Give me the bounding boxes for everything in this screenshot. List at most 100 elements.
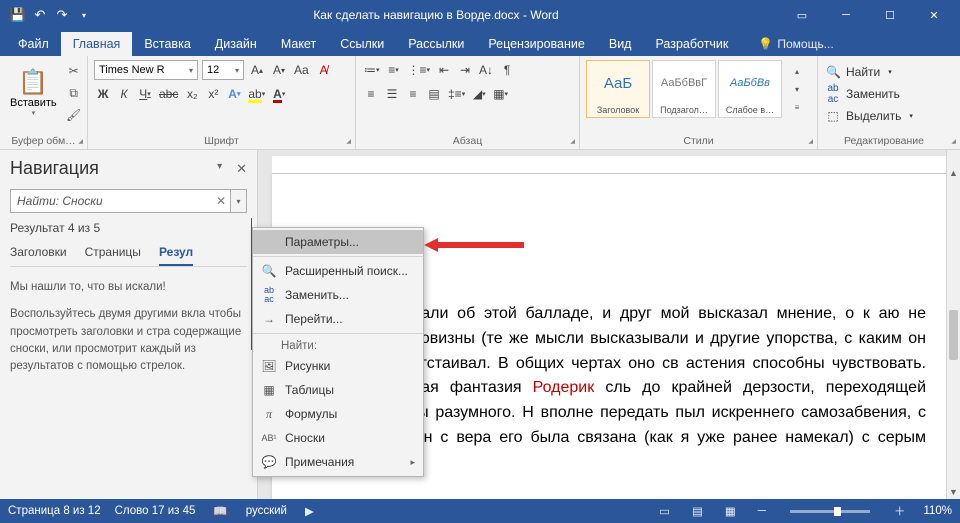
- nav-tab-headings[interactable]: Заголовки: [10, 245, 67, 266]
- tab-file[interactable]: Файл: [6, 32, 61, 56]
- font-color-icon[interactable]: A▾: [270, 84, 288, 104]
- menu-pictures[interactable]: 🖼Рисунки: [253, 354, 423, 378]
- text-effects-icon[interactable]: A▾: [225, 84, 243, 104]
- cut-icon[interactable]: ✂: [65, 62, 83, 80]
- superscript-button[interactable]: x²: [204, 84, 222, 104]
- select-button[interactable]: ⬚Выделить▾: [824, 108, 954, 124]
- multilevel-icon[interactable]: ⋮≡▾: [406, 60, 433, 80]
- borders-icon[interactable]: ▦▾: [491, 84, 510, 104]
- change-case-icon[interactable]: Aa: [292, 60, 311, 80]
- undo-icon[interactable]: ↶: [32, 7, 48, 23]
- subscript-button[interactable]: x₂: [183, 84, 201, 104]
- save-icon[interactable]: 💾: [10, 7, 26, 23]
- nav-search-dropdown-icon[interactable]: ▾: [230, 190, 246, 212]
- styles-more-icon[interactable]: ≡: [788, 98, 806, 116]
- shrink-font-icon[interactable]: A▾: [270, 60, 288, 80]
- menu-advanced-find[interactable]: 🔍Расширенный поиск...: [253, 259, 423, 283]
- align-right-icon[interactable]: ≡: [404, 84, 422, 104]
- show-marks-icon[interactable]: ¶: [498, 60, 516, 80]
- nav-dropdown-icon[interactable]: ▾: [217, 161, 222, 177]
- status-language[interactable]: русский: [246, 505, 287, 517]
- zoom-level[interactable]: 110%: [923, 505, 952, 517]
- close-icon[interactable]: ✕: [912, 0, 956, 30]
- align-center-icon[interactable]: ☰: [383, 84, 401, 104]
- menu-tables[interactable]: ▦Таблицы: [253, 378, 423, 402]
- tab-developer[interactable]: Разработчик: [643, 32, 740, 56]
- vertical-scrollbar[interactable]: ▲ ▼: [946, 150, 960, 499]
- menu-options[interactable]: Параметры...: [253, 230, 423, 254]
- styles-scroll-up-icon[interactable]: ▴: [788, 62, 806, 80]
- copy-icon[interactable]: ⧉: [65, 84, 83, 102]
- scrollbar-thumb[interactable]: [949, 310, 958, 360]
- scroll-down-icon[interactable]: ▼: [947, 487, 960, 497]
- line-spacing-icon[interactable]: ‡≡▾: [446, 84, 467, 104]
- ruler[interactable]: [272, 156, 946, 174]
- sort-icon[interactable]: A↓: [477, 60, 495, 80]
- tab-review[interactable]: Рецензирование: [476, 32, 597, 56]
- find-button[interactable]: 🔍Найти▾: [824, 64, 954, 80]
- tab-home[interactable]: Главная: [61, 32, 133, 56]
- macro-icon[interactable]: ▶: [301, 504, 318, 518]
- menu-comments[interactable]: 💬Примечания▸: [253, 450, 423, 474]
- clear-format-icon[interactable]: A̸: [315, 60, 333, 80]
- zoom-in-icon[interactable]: ＋: [890, 503, 910, 519]
- font-size-combo[interactable]: 12▾: [202, 60, 244, 80]
- web-layout-icon[interactable]: ▦: [721, 504, 740, 518]
- tab-insert[interactable]: Вставка: [132, 32, 202, 56]
- status-page[interactable]: Страница 8 из 12: [8, 505, 101, 517]
- status-words[interactable]: Слово 17 из 45: [115, 505, 196, 517]
- tab-design[interactable]: Дизайн: [203, 32, 269, 56]
- qat-dropdown-icon[interactable]: ▾: [76, 7, 92, 23]
- replace-icon: abac: [826, 83, 840, 105]
- table-icon: ▦: [261, 383, 277, 397]
- nav-tab-results[interactable]: Резул: [159, 245, 193, 266]
- nav-tab-pages[interactable]: Страницы: [85, 245, 141, 266]
- tell-me[interactable]: 💡Помощь...: [748, 32, 843, 56]
- scroll-up-icon[interactable]: ▲: [947, 168, 960, 178]
- tab-mailings[interactable]: Рассылки: [396, 32, 476, 56]
- search-options-dropdown: Параметры... 🔍Расширенный поиск... abacЗ…: [252, 227, 424, 477]
- menu-formulas[interactable]: πФормулы: [253, 402, 423, 426]
- highlight-icon[interactable]: ab▾: [246, 84, 267, 104]
- shading-icon[interactable]: ◢▾: [470, 84, 488, 104]
- format-painter-icon[interactable]: 🖌: [65, 106, 83, 124]
- italic-button[interactable]: К: [115, 84, 133, 104]
- styles-gallery[interactable]: АаБЗаголовок АаБбВвГПодзагол… АаБбВвСлаб…: [586, 60, 782, 118]
- zoom-slider[interactable]: [790, 510, 870, 513]
- style-item[interactable]: АаБбВвГПодзагол…: [652, 60, 716, 118]
- nav-search-clear-icon[interactable]: ✕: [212, 194, 230, 208]
- font-name-combo[interactable]: Times New R▾: [94, 60, 198, 80]
- bold-button[interactable]: Ж: [94, 84, 112, 104]
- minimize-icon[interactable]: ─: [824, 0, 868, 30]
- tab-references[interactable]: Ссылки: [328, 32, 396, 56]
- style-item[interactable]: АаБЗаголовок: [586, 60, 650, 118]
- print-layout-icon[interactable]: ▤: [688, 504, 707, 518]
- maximize-icon[interactable]: ☐: [868, 0, 912, 30]
- numbering-icon[interactable]: ≡▾: [385, 60, 403, 80]
- tab-layout[interactable]: Макет: [269, 32, 328, 56]
- menu-replace[interactable]: abacЗаменить...: [253, 283, 423, 307]
- replace-button[interactable]: abacЗаменить: [824, 82, 954, 106]
- tab-view[interactable]: Вид: [597, 32, 644, 56]
- ribbon-options-icon[interactable]: ▭: [780, 0, 824, 30]
- strike-button[interactable]: abc: [157, 84, 180, 104]
- nav-search-input[interactable]: [11, 194, 212, 208]
- grow-font-icon[interactable]: A▴: [248, 60, 266, 80]
- increase-indent-icon[interactable]: ⇥: [456, 60, 474, 80]
- redo-icon[interactable]: ↷: [54, 7, 70, 23]
- bullets-icon[interactable]: ≔▾: [362, 60, 382, 80]
- nav-search-box[interactable]: ✕ ▾: [10, 189, 247, 213]
- spellcheck-icon[interactable]: 📖: [209, 504, 231, 518]
- justify-icon[interactable]: ▤: [425, 84, 443, 104]
- align-left-icon[interactable]: ≡: [362, 84, 380, 104]
- underline-button[interactable]: Ч▾: [136, 84, 154, 104]
- styles-scroll-down-icon[interactable]: ▾: [788, 80, 806, 98]
- zoom-out-icon[interactable]: ─: [754, 505, 770, 517]
- style-item[interactable]: АаБбВвСлабое в…: [718, 60, 782, 118]
- read-mode-icon[interactable]: ▭: [655, 504, 674, 518]
- paste-button[interactable]: 📋 Вставить ▾: [6, 60, 61, 124]
- menu-goto[interactable]: →Перейти...: [253, 307, 423, 331]
- nav-close-icon[interactable]: ✕: [236, 161, 247, 177]
- menu-footnotes[interactable]: AB¹Сноски: [253, 426, 423, 450]
- decrease-indent-icon[interactable]: ⇤: [435, 60, 453, 80]
